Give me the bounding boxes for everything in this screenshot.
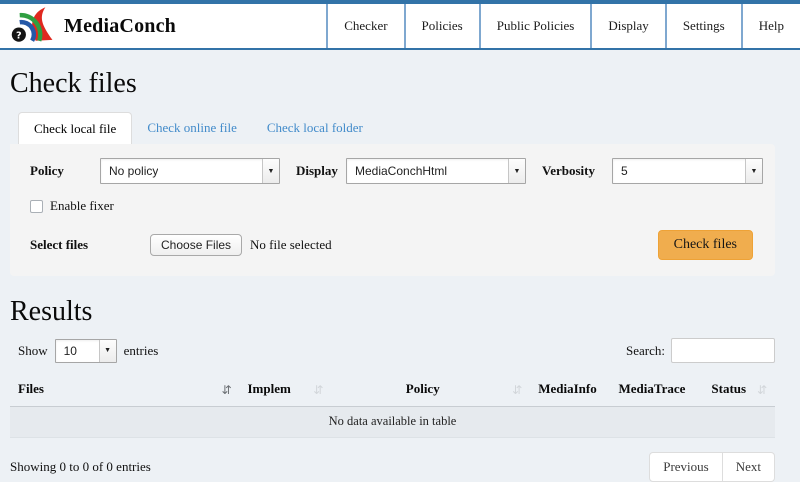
table-header-row: Files ⇵ Implem ⇵ Policy ⇵ MediaInfo Medi… bbox=[10, 373, 775, 407]
select-files-row: Select files Choose Files No file select… bbox=[30, 230, 763, 260]
main-nav: Checker Policies Public Policies Display… bbox=[326, 4, 800, 48]
table-footer: Showing 0 to 0 of 0 entries Previous Nex… bbox=[10, 452, 775, 482]
enable-fixer-checkbox[interactable] bbox=[30, 200, 43, 213]
brand-logo-link[interactable]: ? MediaConch bbox=[0, 4, 176, 48]
column-header-mediatrace[interactable]: MediaTrace bbox=[611, 373, 699, 407]
column-header-implem[interactable]: Implem ⇵ bbox=[240, 373, 332, 407]
tab-check-online-file[interactable]: Check online file bbox=[132, 112, 252, 144]
chevron-down-icon: ▼ bbox=[262, 159, 279, 183]
entries-label: entries bbox=[124, 343, 159, 359]
choose-files-button[interactable]: Choose Files bbox=[150, 234, 242, 256]
check-local-file-panel: Policy No policy ▼ Display MediaConchHtm… bbox=[10, 144, 775, 276]
policy-select[interactable]: No policy ▼ bbox=[100, 158, 280, 184]
verbosity-select-value: 5 bbox=[613, 164, 628, 178]
search-input[interactable] bbox=[671, 338, 775, 363]
next-page-button[interactable]: Next bbox=[723, 452, 775, 482]
tab-check-local-folder[interactable]: Check local folder bbox=[252, 112, 378, 144]
check-files-button[interactable]: Check files bbox=[658, 230, 753, 260]
search-group: Search: bbox=[626, 338, 775, 363]
options-row: Policy No policy ▼ Display MediaConchHtm… bbox=[30, 158, 763, 184]
sort-icon[interactable]: ⇵ bbox=[221, 383, 231, 397]
show-entries-group: Show 10 ▼ entries bbox=[18, 339, 158, 363]
search-label: Search: bbox=[626, 343, 665, 359]
brand-title: MediaConch bbox=[64, 15, 176, 38]
display-select[interactable]: MediaConchHtml ▼ bbox=[346, 158, 526, 184]
column-header-mediainfo[interactable]: MediaInfo bbox=[530, 373, 610, 407]
results-title: Results bbox=[10, 296, 775, 328]
entries-length-value: 10 bbox=[56, 344, 77, 358]
verbosity-select[interactable]: 5 ▼ bbox=[612, 158, 763, 184]
sort-icon[interactable]: ⇵ bbox=[512, 383, 522, 397]
pagination: Previous Next bbox=[649, 452, 775, 482]
nav-item-checker[interactable]: Checker bbox=[326, 4, 403, 48]
enable-fixer-label: Enable fixer bbox=[50, 198, 114, 214]
nav-item-display[interactable]: Display bbox=[590, 4, 664, 48]
nav-item-help[interactable]: Help bbox=[741, 4, 800, 48]
sort-icon[interactable]: ⇵ bbox=[757, 383, 767, 397]
show-label: Show bbox=[18, 343, 48, 359]
top-navbar: ? MediaConch Checker Policies Public Pol… bbox=[0, 0, 800, 50]
svg-text:?: ? bbox=[16, 31, 22, 42]
policy-select-value: No policy bbox=[101, 164, 158, 178]
entries-length-select[interactable]: 10 ▼ bbox=[55, 339, 117, 363]
column-header-policy[interactable]: Policy ⇵ bbox=[331, 373, 530, 407]
check-tabs: Check local file Check online file Check… bbox=[18, 112, 775, 144]
display-label: Display bbox=[296, 163, 346, 179]
nav-item-public-policies[interactable]: Public Policies bbox=[479, 4, 591, 48]
chevron-down-icon: ▼ bbox=[508, 159, 525, 183]
display-select-value: MediaConchHtml bbox=[347, 164, 447, 178]
sort-icon[interactable]: ⇵ bbox=[313, 383, 323, 397]
policy-label: Policy bbox=[30, 163, 100, 179]
verbosity-label: Verbosity bbox=[542, 163, 612, 179]
column-header-files[interactable]: Files ⇵ bbox=[10, 373, 240, 407]
select-files-label: Select files bbox=[30, 237, 150, 253]
table-controls: Show 10 ▼ entries Search: bbox=[18, 338, 775, 363]
chevron-down-icon: ▼ bbox=[745, 159, 762, 183]
nav-item-policies[interactable]: Policies bbox=[404, 4, 479, 48]
mediaconch-logo-icon: ? bbox=[10, 5, 56, 47]
previous-page-button[interactable]: Previous bbox=[649, 452, 723, 482]
results-table: Files ⇵ Implem ⇵ Policy ⇵ MediaInfo Medi… bbox=[10, 373, 775, 438]
column-header-status[interactable]: Status ⇵ bbox=[698, 373, 775, 407]
check-files-title: Check files bbox=[10, 68, 775, 100]
empty-table-message: No data available in table bbox=[10, 407, 775, 438]
entries-summary: Showing 0 to 0 of 0 entries bbox=[10, 459, 151, 475]
chevron-down-icon: ▼ bbox=[99, 340, 116, 362]
file-status-text: No file selected bbox=[250, 237, 332, 253]
empty-table-row: No data available in table bbox=[10, 407, 775, 438]
nav-item-settings[interactable]: Settings bbox=[665, 4, 741, 48]
enable-fixer-row: Enable fixer bbox=[30, 198, 763, 214]
tab-check-local-file[interactable]: Check local file bbox=[18, 112, 132, 145]
main-content: Check files Check local file Check onlin… bbox=[10, 68, 775, 482]
